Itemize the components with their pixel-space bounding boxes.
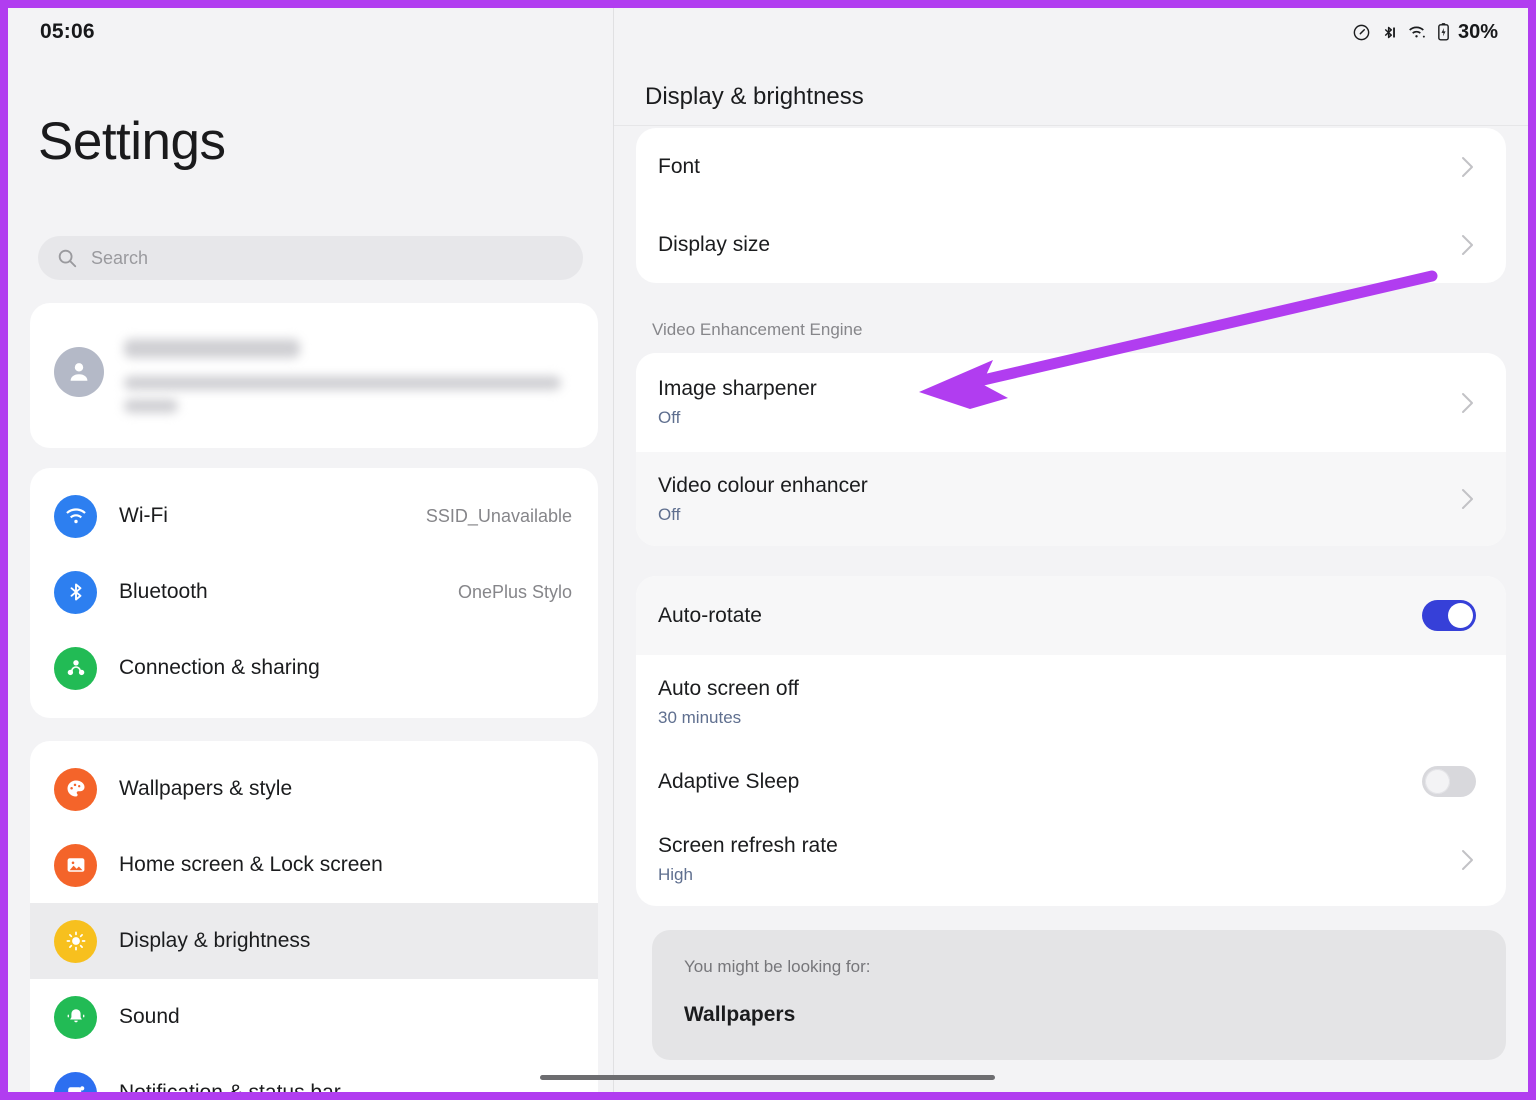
redacted-account-desc-line-1: [124, 376, 561, 390]
detail-title: Display & brightness: [645, 83, 864, 110]
sidebar-item-label: Wi-Fi: [119, 504, 168, 527]
section-label-video-enhancement: Video Enhancement Engine: [652, 320, 863, 339]
sidebar-group-connectivity: Wi-Fi SSID_Unavailable Bluetooth OnePlus…: [30, 468, 598, 718]
bell-icon: [54, 995, 97, 1039]
chevron-right-icon: [1460, 154, 1476, 180]
sidebar-item-label: Wallpapers & style: [119, 777, 293, 800]
sidebar-item-value: OnePlus Stylo: [457, 581, 572, 602]
chevron-right-icon: [1460, 232, 1476, 258]
sidebar-item-label: Sound: [119, 1005, 180, 1028]
row-adaptive-sleep[interactable]: Adaptive Sleep: [636, 750, 1506, 813]
page-title: Settings: [38, 112, 226, 171]
row-value: High: [658, 865, 693, 884]
sidebar-item-display-brightness[interactable]: Display & brightness: [30, 903, 598, 979]
connection-sharing-icon: [54, 646, 97, 690]
sidebar-item-value: SSID_Unavailable: [425, 505, 572, 526]
search-icon: [56, 247, 78, 269]
sidebar-item-label: Display & brightness: [119, 929, 311, 952]
row-display-size[interactable]: Display size: [636, 206, 1506, 283]
sidebar-item-bluetooth[interactable]: Bluetooth OnePlus Stylo: [30, 554, 598, 630]
row-label: Adaptive Sleep: [658, 769, 800, 793]
home-indicator[interactable]: [540, 1075, 995, 1080]
palette-icon: [54, 767, 97, 811]
detail-panel: Display & brightness Font Display size V…: [614, 8, 1528, 1092]
detail-header: Display & brightness: [614, 8, 1528, 126]
redacted-account-name: [124, 339, 300, 358]
sidebar-item-label: Home screen & Lock screen: [119, 853, 383, 876]
notification-icon: [54, 1071, 97, 1092]
row-value: Off: [658, 504, 681, 524]
row-video-colour-enhancer[interactable]: Video colour enhancer Off: [636, 452, 1506, 546]
sidebar-item-label: Bluetooth: [119, 580, 208, 603]
suggestions-card: You might be looking for: Wallpapers: [652, 930, 1506, 1060]
video-enhancement-card: Image sharpener Off Video colour enhance…: [636, 353, 1506, 546]
row-value: 30 minutes: [658, 708, 742, 727]
sidebar-item-wi-fi[interactable]: Wi-Fi SSID_Unavailable: [30, 478, 598, 554]
row-image-sharpener[interactable]: Image sharpener Off: [636, 353, 1506, 452]
chevron-right-icon: [1460, 486, 1476, 512]
row-screen-refresh-rate[interactable]: Screen refresh rate High: [636, 813, 1506, 906]
suggestion-link-wallpapers[interactable]: Wallpapers: [684, 1003, 1474, 1027]
row-label: Screen refresh rate: [658, 834, 838, 857]
row-auto-screen-off[interactable]: Auto screen off 30 minutes: [636, 655, 1506, 750]
bluetooth-icon: [54, 570, 97, 614]
chevron-right-icon: [1460, 390, 1476, 416]
row-label: Image sharpener: [658, 377, 817, 400]
row-font[interactable]: Font: [636, 128, 1506, 206]
row-label: Display size: [658, 232, 771, 256]
sidebar-item-notification-status-bar[interactable]: Notification & status bar: [30, 1055, 598, 1092]
sidebar-item-wallpapers-style[interactable]: Wallpapers & style: [30, 751, 598, 827]
screen-settings-card: Auto-rotate Auto screen off 30 minutes A…: [636, 576, 1506, 906]
toggle-knob: [1425, 769, 1450, 794]
pane-divider: [613, 8, 614, 1092]
screenshot-frame: Settings Search Wi-Fi SSID_Unavailable B…: [0, 0, 1536, 1100]
row-label: Video colour enhancer: [658, 473, 868, 497]
row-label: Font: [658, 155, 701, 178]
sidebar-item-connection-sharing[interactable]: Connection & sharing: [30, 630, 598, 706]
tablet-settings-app: Settings Search Wi-Fi SSID_Unavailable B…: [8, 8, 1528, 1092]
sidebar-group-personalization: Wallpapers & style Home screen & Lock sc…: [30, 741, 598, 1092]
row-auto-rotate[interactable]: Auto-rotate: [636, 576, 1506, 655]
sidebar-item-label: Notification & status bar: [119, 1081, 572, 1092]
chevron-right-icon: [1460, 847, 1476, 873]
search-placeholder: Search: [91, 247, 149, 268]
sidebar-item-sound[interactable]: Sound: [30, 979, 598, 1055]
avatar: [54, 347, 104, 397]
adaptive-sleep-toggle[interactable]: [1422, 766, 1476, 797]
row-value: Off: [658, 408, 681, 427]
image-icon: [54, 843, 97, 887]
sidebar-item-home-lock-screen[interactable]: Home screen & Lock screen: [30, 827, 598, 903]
redacted-account-desc-line-2: [124, 399, 178, 413]
row-label: Auto screen off: [658, 677, 799, 700]
font-card: Font Display size: [636, 128, 1506, 283]
brightness-icon: [54, 919, 97, 963]
settings-sidebar: Settings Search Wi-Fi SSID_Unavailable B…: [8, 8, 614, 1092]
suggestions-heading: You might be looking for:: [684, 957, 871, 976]
search-input[interactable]: Search: [38, 236, 583, 280]
toggle-knob: [1448, 603, 1473, 628]
auto-rotate-toggle[interactable]: [1422, 600, 1476, 631]
sidebar-item-label: Connection & sharing: [119, 656, 320, 679]
row-label: Auto-rotate: [658, 603, 762, 627]
wifi-icon: [54, 494, 97, 538]
